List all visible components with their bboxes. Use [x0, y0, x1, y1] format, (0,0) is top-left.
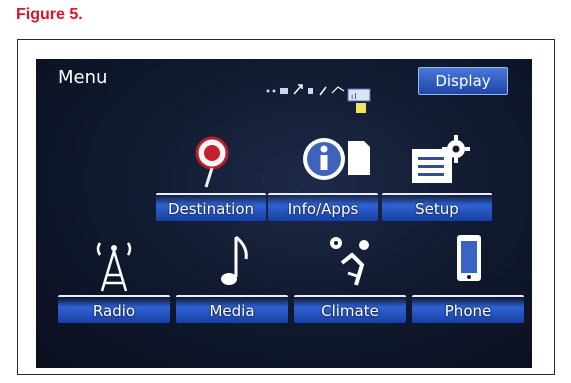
radio-label: Radio — [92, 302, 136, 320]
radio-tower-icon — [90, 233, 138, 293]
status-indicators: ıl — [264, 79, 404, 119]
phone-icon — [454, 233, 484, 291]
music-note-icon — [216, 233, 252, 293]
setup-label: Setup — [415, 200, 459, 218]
info-icon — [300, 135, 348, 183]
svg-text:ıl: ıl — [351, 92, 357, 101]
info-apps-tile[interactable]: Info/Apps — [268, 125, 378, 221]
media-tile[interactable]: Media — [176, 227, 288, 323]
phone-tile[interactable]: Phone — [412, 227, 524, 323]
destination-tile[interactable]: Destination — [156, 125, 266, 221]
setup-tile[interactable]: Setup — [382, 125, 492, 221]
figure-title: Figure 5. — [16, 6, 83, 23]
info-apps-label: Info/Apps — [287, 200, 359, 218]
phone-label: Phone — [444, 302, 492, 320]
climate-tile[interactable]: Climate — [294, 227, 406, 323]
status-icons: ıl — [266, 84, 371, 113]
radio-tile[interactable]: Radio — [58, 227, 170, 323]
destination-label: Destination — [167, 200, 255, 218]
display-button[interactable]: Display — [418, 67, 508, 95]
climate-label: Climate — [321, 302, 379, 320]
menu-screen: Menu ıl Display Destination Info/Apps Se… — [36, 59, 532, 368]
apps-doc-icon — [346, 139, 372, 177]
map-pin-icon — [192, 135, 232, 189]
climate-icon — [326, 233, 376, 293]
menu-title: Menu — [58, 67, 108, 88]
settings-gear-icon — [410, 135, 472, 189]
media-label: Media — [209, 302, 255, 320]
